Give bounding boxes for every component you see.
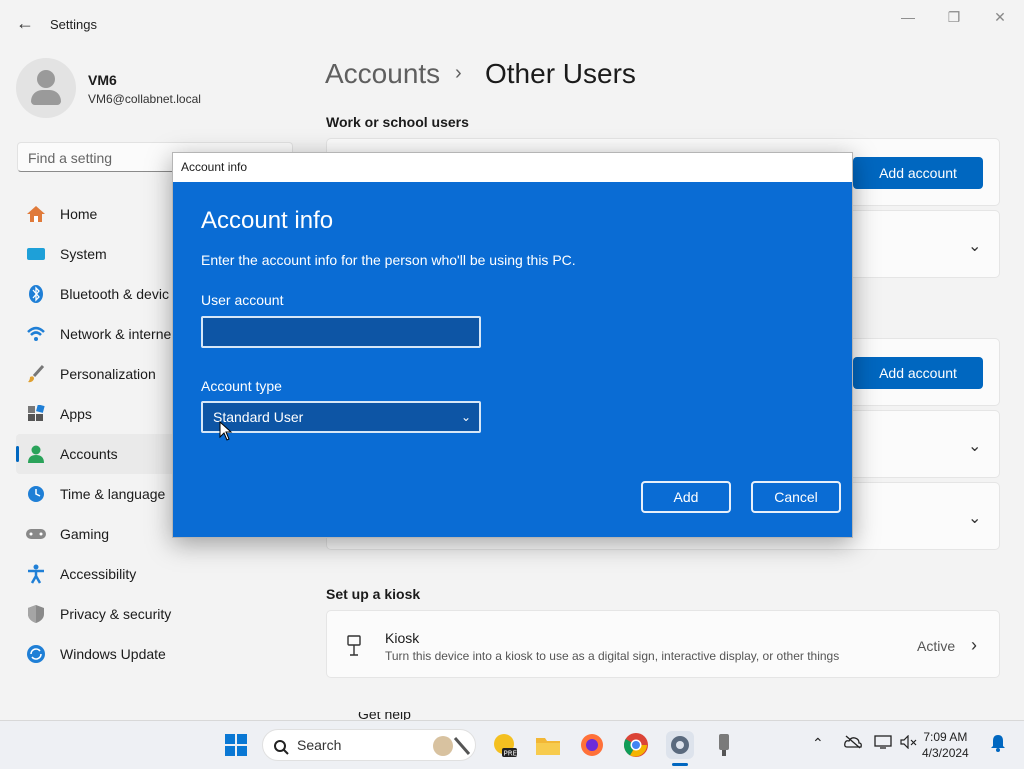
sidebar-item-label: Home — [60, 206, 98, 222]
network-icon — [25, 323, 47, 345]
notification-bell-icon[interactable] — [990, 734, 1006, 755]
apps-icon — [25, 403, 47, 425]
user-account-input[interactable] — [201, 316, 481, 348]
sidebar-item-label: Network & interne — [60, 326, 172, 342]
page-title: Other Users — [485, 58, 636, 89]
sidebar-item-privacy-security[interactable]: Privacy & security — [16, 594, 296, 634]
cancel-button[interactable]: Cancel — [751, 481, 841, 513]
svg-text:PRE: PRE — [504, 750, 518, 758]
accessibility-icon — [25, 563, 47, 585]
dialog-titlebar: Account info — [173, 153, 852, 182]
sidebar-item-label: Accounts — [60, 446, 118, 462]
dialog-heading: Account info — [201, 207, 334, 234]
display-network-icon[interactable] — [874, 735, 892, 752]
accounts-icon — [25, 443, 47, 465]
chevron-down-icon[interactable]: ⌄ — [968, 508, 981, 528]
sidebar-item-label: Apps — [60, 406, 92, 422]
clock-icon — [25, 483, 47, 505]
taskbar-search[interactable]: Search — [262, 729, 476, 761]
tray-overflow-chevron-icon[interactable]: ⌃ — [812, 735, 824, 752]
add-other-user-button[interactable]: Add account — [853, 357, 983, 389]
sidebar-item-label: Windows Update — [60, 646, 166, 662]
minimize-icon[interactable]: — — [886, 6, 930, 28]
close-icon[interactable]: ✕ — [978, 6, 1022, 28]
chevron-right-icon: › — [971, 635, 977, 655]
account-info-dialog: Account info Account info Enter the acco… — [172, 152, 853, 538]
taskbar: Search PRE ⌃ 7:09 AM 4/3/2024 — [0, 720, 1024, 769]
add-work-account-button[interactable]: Add account — [853, 157, 983, 189]
system-icon — [25, 243, 47, 265]
sidebar-item-label: Accessibility — [60, 566, 137, 582]
taskbar-search-label: Search — [297, 737, 342, 753]
brush-icon — [25, 363, 47, 385]
sidebar-item-label: Personalization — [60, 366, 156, 382]
app-tool-icon[interactable] — [710, 731, 738, 759]
bluetooth-icon — [25, 283, 47, 305]
onedrive-offline-icon[interactable] — [844, 735, 862, 752]
search-icon — [273, 731, 289, 761]
kiosk-card[interactable]: Kiosk Turn this device into a kiosk to u… — [326, 610, 1000, 678]
add-button[interactable]: Add — [641, 481, 731, 513]
dialog-description: Enter the account info for the person wh… — [201, 252, 576, 268]
title-bar: ← Settings — ❐ ✕ — [0, 0, 1024, 48]
active-app-indicator — [672, 763, 688, 766]
sidebar-item-label: System — [60, 246, 107, 262]
profile-email: VM6@collabnet.local — [88, 92, 201, 106]
kiosk-description: Turn this device into a kiosk to use as … — [385, 649, 840, 663]
sidebar-item-accessibility[interactable]: Accessibility — [16, 554, 296, 594]
file-explorer-icon[interactable] — [534, 731, 562, 759]
volume-muted-icon[interactable] — [900, 734, 918, 752]
app-title: Settings — [50, 17, 97, 32]
work-school-heading: Work or school users — [326, 114, 469, 130]
search-highlight-icon — [431, 734, 471, 768]
sidebar-item-label: Bluetooth & devic — [60, 286, 169, 302]
chevron-down-icon[interactable]: ⌄ — [968, 236, 981, 256]
gamepad-icon — [25, 523, 47, 545]
shield-icon — [25, 603, 47, 625]
kiosk-icon — [345, 635, 363, 662]
breadcrumb-chevron-icon: › — [455, 62, 462, 84]
sidebar-item-windows-update[interactable]: Windows Update — [16, 634, 296, 674]
profile-name: VM6 — [88, 72, 117, 88]
kiosk-title: Kiosk — [385, 630, 420, 646]
chevron-down-icon: ⌄ — [460, 410, 471, 424]
sidebar-item-label: Privacy & security — [60, 606, 172, 622]
clock-time: 7:09 AM — [923, 730, 968, 744]
settings-gear-icon[interactable] — [666, 731, 694, 759]
taskbar-clock[interactable]: 7:09 AM 4/3/2024 — [922, 729, 969, 761]
account-type-label: Account type — [201, 378, 282, 394]
windows-start-icon[interactable] — [222, 731, 250, 759]
clock-date: 4/3/2024 — [922, 746, 969, 760]
kiosk-heading: Set up a kiosk — [326, 586, 421, 602]
chrome-icon[interactable] — [622, 731, 650, 759]
kiosk-status: Active — [917, 638, 956, 654]
back-arrow-icon[interactable]: ← — [14, 12, 36, 34]
restore-icon[interactable]: ❐ — [932, 6, 976, 28]
home-icon — [25, 203, 47, 225]
sidebar-item-label: Time & language — [60, 486, 166, 502]
update-icon — [25, 643, 47, 665]
avatar — [16, 58, 76, 118]
account-type-select[interactable]: Standard User ⌄ — [201, 401, 481, 433]
breadcrumb-accounts[interactable]: Accounts — [325, 58, 440, 90]
partial-bottom-link[interactable]: Get help — [326, 712, 526, 720]
user-account-label: User account — [201, 292, 284, 308]
chevron-down-icon[interactable]: ⌄ — [968, 436, 981, 456]
sidebar-item-label: Gaming — [60, 526, 110, 542]
firefox-icon[interactable] — [578, 731, 606, 759]
copilot-pre-icon[interactable]: PRE — [490, 731, 518, 759]
